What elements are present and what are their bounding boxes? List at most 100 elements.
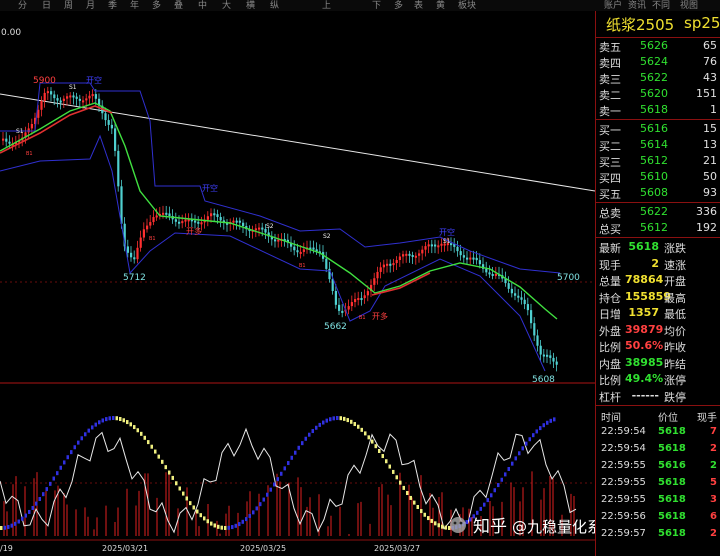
candle-body: [405, 253, 408, 256]
symbol-name[interactable]: 纸浆2505: [606, 14, 674, 35]
ask-row[interactable]: 卖三 5622 43: [596, 70, 720, 86]
candle-body: [325, 258, 328, 269]
toolbar-item[interactable]: 季: [108, 0, 117, 11]
ask-row[interactable]: 卖一 5618 1: [596, 102, 720, 118]
symbol-code[interactable]: sp250: [684, 14, 720, 32]
toolbar-item[interactable]: 多: [152, 0, 161, 11]
toolbar-item[interactable]: 黄: [436, 0, 445, 11]
bid-row[interactable]: 买五 5608 93: [596, 185, 720, 201]
toolbar-item[interactable]: 横: [246, 0, 255, 11]
toolbar-item[interactable]: 分: [18, 0, 27, 11]
candle-body: [392, 263, 395, 266]
row-volume: 76: [703, 55, 717, 68]
osc-dot: [444, 525, 447, 530]
osc-dot: [35, 501, 38, 506]
toolbar-item[interactable]: 不同: [652, 0, 670, 11]
candle-body: [414, 255, 417, 258]
total-row[interactable]: 总买 5612 192: [596, 220, 720, 236]
toolbar-item[interactable]: 月: [86, 0, 95, 11]
tick-qty: 6: [710, 511, 717, 522]
bid-row[interactable]: 买二 5614 13: [596, 137, 720, 153]
candle-body: [539, 345, 542, 355]
osc-dot: [549, 418, 552, 423]
candle-body: [462, 255, 465, 258]
osc-dot: [259, 502, 262, 507]
osc-dot: [154, 449, 157, 454]
toolbar-item[interactable]: 板块: [458, 0, 476, 11]
osc-dot: [175, 481, 178, 486]
tick-time: 22:59:57: [601, 528, 646, 539]
osc-dot: [227, 525, 230, 530]
osc-dot: [171, 475, 174, 480]
osc-dot: [427, 516, 430, 521]
stat-label: 持仓: [599, 291, 621, 305]
osc-dot: [423, 512, 426, 517]
bid-row[interactable]: 买一 5616 15: [596, 121, 720, 137]
signal-label: 开空: [86, 75, 102, 85]
ask-row[interactable]: 卖五 5626 65: [596, 38, 720, 54]
toolbar-item[interactable]: 下: [372, 0, 381, 11]
candle-body: [523, 299, 526, 305]
row-volume: 65: [703, 39, 717, 52]
osc-dot: [532, 433, 535, 438]
candle-body: [408, 253, 411, 256]
osc-dot: [500, 477, 503, 482]
candle-body: [165, 212, 168, 215]
osc-dot: [59, 465, 62, 470]
ask-row[interactable]: 卖二 5620 151: [596, 86, 720, 102]
toolbar-item[interactable]: 多: [394, 0, 403, 11]
toolbar-item[interactable]: 日: [42, 0, 51, 11]
candle-body: [302, 249, 305, 252]
osc-dot: [217, 524, 220, 529]
ask-row[interactable]: 卖四 5624 76: [596, 54, 720, 70]
toolbar-item[interactable]: 大: [222, 0, 231, 11]
osc-dot: [276, 477, 279, 482]
stat-label: 现手: [599, 258, 621, 272]
osc-dot: [70, 450, 73, 455]
osc-dot: [147, 440, 150, 445]
candle-body: [312, 247, 315, 250]
row-price: 5612: [640, 154, 668, 167]
bid-row[interactable]: 买三 5612 21: [596, 153, 720, 169]
toolbar-item[interactable]: 叠: [174, 0, 183, 11]
candle-body: [520, 297, 523, 300]
candle-body: [133, 257, 136, 260]
toolbar-item[interactable]: 账户: [604, 0, 622, 11]
candle-body: [104, 113, 107, 121]
wechat-icon-eye: [459, 521, 463, 525]
total-row[interactable]: 总卖 5622 336: [596, 204, 720, 220]
row-label: 卖一: [599, 105, 621, 118]
osc-dot: [385, 459, 388, 464]
osc-dot: [157, 454, 160, 459]
signal-label: 开多: [186, 226, 202, 236]
toolbar-item[interactable]: 上: [322, 0, 331, 11]
osc-dot: [185, 496, 188, 501]
toolbar-item[interactable]: 年: [130, 0, 139, 11]
stat-value: 155859: [625, 289, 671, 303]
divider: [596, 237, 720, 238]
bid-row[interactable]: 买四 5610 50: [596, 169, 720, 185]
osc-dot: [133, 425, 136, 430]
toolbar-item[interactable]: 视图: [680, 0, 698, 11]
row-price: 5608: [640, 186, 668, 199]
candle-body: [91, 94, 94, 97]
date-label: 2025/03/25: [240, 544, 286, 553]
price-chart[interactable]: 0.00 5900 5712 5662 5700 5608 开空 开空 开多 开…: [0, 11, 595, 556]
toolbar-item[interactable]: 中: [198, 0, 207, 11]
toolbar-item[interactable]: 纵: [270, 0, 279, 11]
osc-dot: [56, 471, 59, 476]
candle-body: [94, 94, 97, 99]
candle-body: [155, 215, 158, 218]
toolbar-item[interactable]: 周: [64, 0, 73, 11]
osc-dot: [528, 437, 531, 442]
toolbar-item[interactable]: 资讯: [628, 0, 646, 11]
osc-dot: [14, 521, 17, 526]
stat-label: 杠杆: [599, 390, 621, 404]
tick-time: 22:59:56: [601, 511, 646, 522]
osc-dot: [546, 420, 549, 425]
tick-row: 22:59:57 5618 2: [596, 527, 720, 543]
toolbar-item[interactable]: 表: [414, 0, 423, 11]
osc-dot: [280, 471, 283, 476]
candle-body: [363, 295, 366, 299]
date-label: 2025/03/21: [102, 544, 148, 553]
